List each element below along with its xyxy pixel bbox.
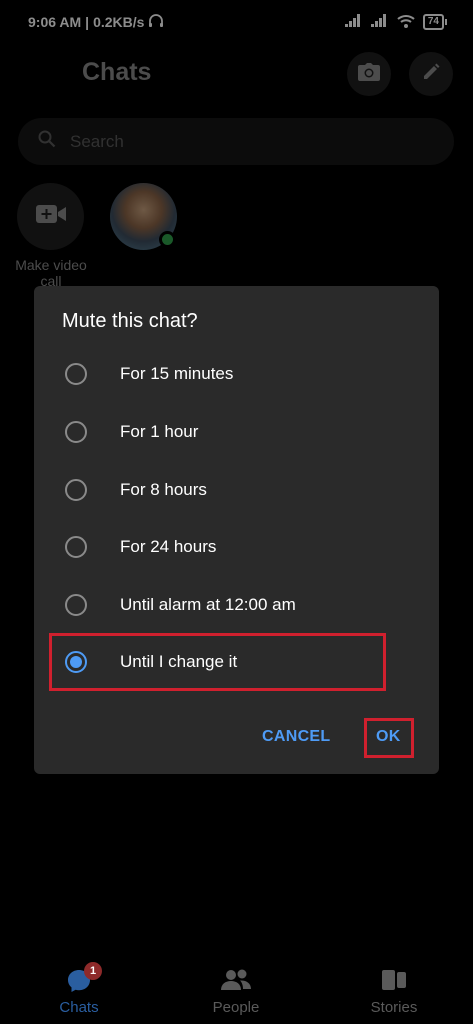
ok-button[interactable]: OK — [376, 728, 401, 746]
option-1-hour[interactable]: For 1 hour — [34, 403, 439, 461]
cancel-button[interactable]: CANCEL — [262, 728, 330, 746]
option-label: For 1 hour — [120, 422, 199, 441]
selection-highlight-box — [49, 633, 386, 691]
option-24-hours[interactable]: For 24 hours — [34, 518, 439, 576]
nav-people[interactable]: People — [181, 958, 291, 1024]
stories-icon — [381, 968, 407, 997]
bottom-nav: 1 Chats People Stories — [0, 958, 473, 1024]
radio-button[interactable] — [65, 421, 87, 443]
option-until-alarm[interactable]: Until alarm at 12:00 am — [34, 576, 439, 634]
nav-label: Chats — [59, 999, 99, 1016]
nav-label: People — [212, 999, 260, 1016]
unread-badge: 1 — [84, 962, 102, 980]
radio-button[interactable] — [65, 536, 87, 558]
dialog-title: Mute this chat? — [62, 310, 198, 332]
option-label: Until alarm at 12:00 am — [120, 595, 296, 614]
radio-button[interactable] — [65, 594, 87, 616]
radio-button[interactable] — [65, 363, 87, 385]
nav-label: Stories — [370, 999, 418, 1016]
option-8-hours[interactable]: For 8 hours — [34, 461, 439, 519]
nav-stories[interactable]: Stories — [339, 958, 449, 1024]
nav-chats[interactable]: 1 Chats — [24, 958, 134, 1024]
mute-dialog: Mute this chat? For 15 minutes For 1 hou… — [34, 286, 439, 774]
radio-button[interactable] — [65, 479, 87, 501]
people-icon — [220, 968, 252, 997]
option-label: For 8 hours — [120, 480, 207, 499]
option-15-minutes[interactable]: For 15 minutes — [34, 345, 439, 403]
option-label: For 15 minutes — [120, 364, 234, 383]
option-label: For 24 hours — [120, 537, 217, 556]
